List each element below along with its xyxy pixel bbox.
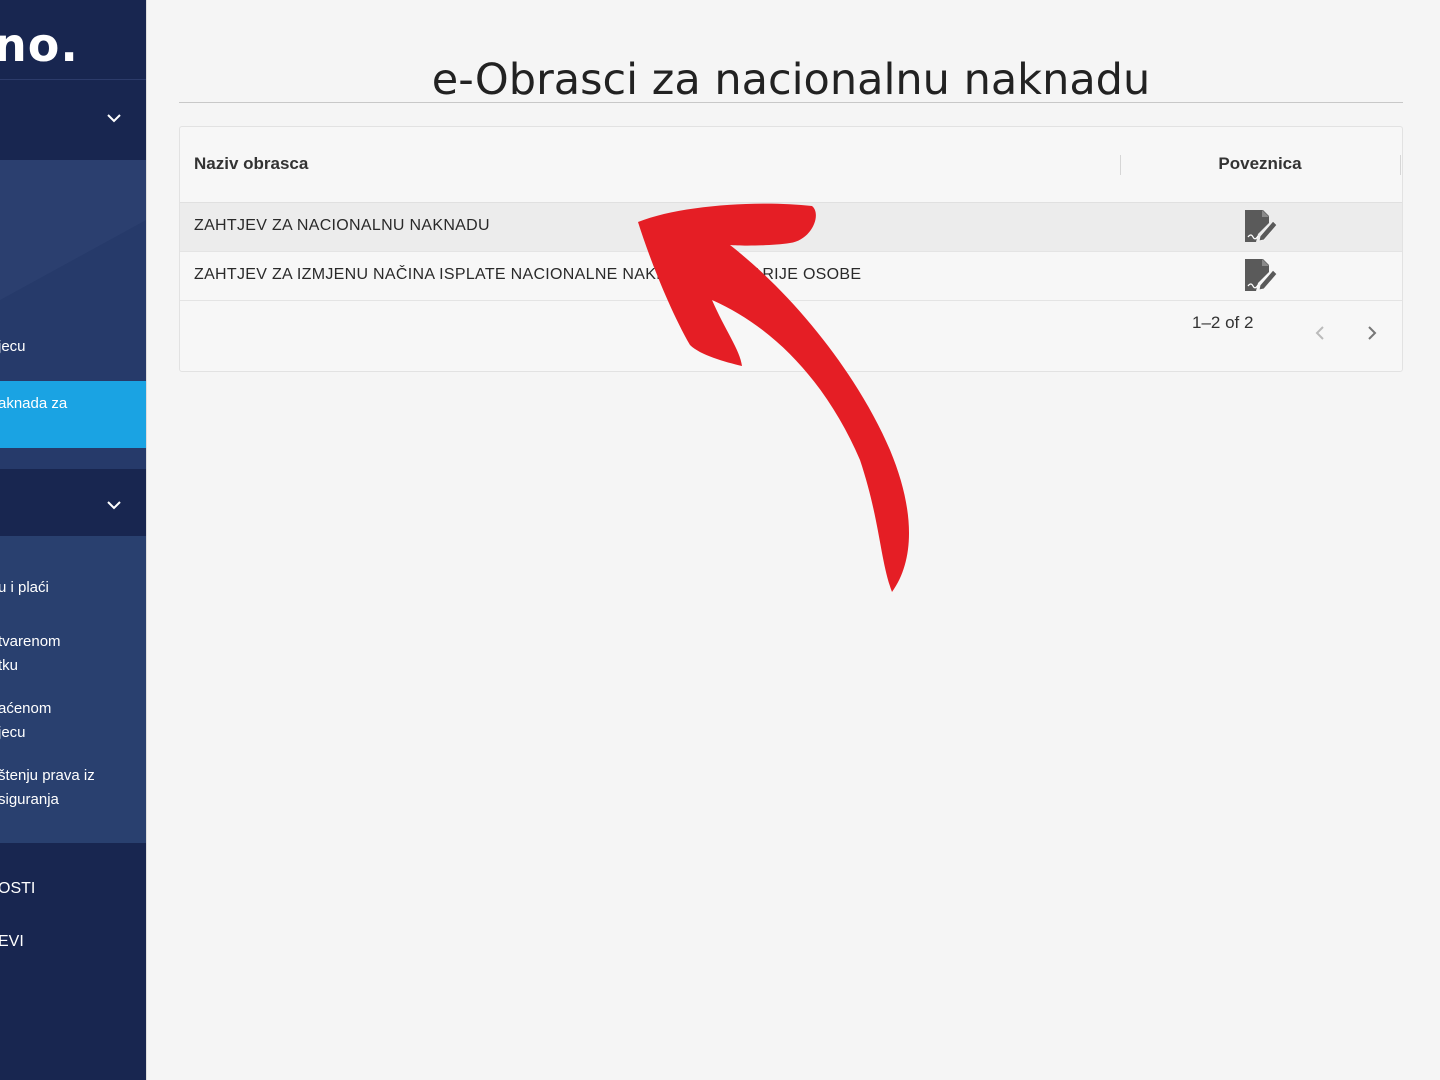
sidebar-item-4b[interactable]: jecu <box>0 721 26 745</box>
table-header: Naziv obrasca Poveznica <box>180 127 1402 203</box>
table-row[interactable]: ZAHTJEV ZA NACIONALNU NAKNADU <box>180 203 1402 252</box>
sidebar-submenu-2: u i plaći tvarenom tku aćenom jecu štenj… <box>0 536 146 843</box>
column-separator <box>1400 155 1401 175</box>
sidebar-bottom-link-2[interactable]: EVI <box>0 933 24 951</box>
column-header-name[interactable]: Naziv obrasca <box>194 154 308 174</box>
sidebar-item-5b[interactable]: siguranja <box>0 788 59 812</box>
sidebar-section-toggle-2[interactable] <box>0 469 146 536</box>
sidebar-item-4a[interactable]: aćenom <box>0 697 51 721</box>
title-divider <box>179 102 1403 103</box>
sidebar-item-2[interactable]: u i plaći <box>0 576 49 600</box>
chevron-down-icon <box>107 501 121 510</box>
sidebar-bottom-link-1[interactable]: OSTI <box>0 880 35 898</box>
main-content: e-Obrasci za nacionalnu naknadu Naziv ob… <box>146 0 1440 1080</box>
form-name: ZAHTJEV ZA NACIONALNU NAKNADU <box>194 217 490 234</box>
sidebar-item-1[interactable]: jecu <box>0 335 26 359</box>
column-header-link[interactable]: Poveznica <box>1120 154 1400 174</box>
form-name: ZAHTJEV ZA IZMJENU NAČINA ISPLATE NACION… <box>194 266 862 283</box>
page-title: e-Obrasci za nacionalnu naknadu <box>431 54 1151 105</box>
chevron-right-icon[interactable] <box>1360 321 1384 345</box>
pagination-label: 1–2 of 2 <box>1192 313 1254 332</box>
sidebar: no. jecu aknada za u i plaći tvarenom tk… <box>0 0 146 1080</box>
edit-document-icon[interactable] <box>1242 209 1278 243</box>
chevron-down-icon <box>107 114 121 123</box>
chevron-left-icon[interactable] <box>1308 321 1332 345</box>
logo: no. <box>0 18 79 72</box>
table-row[interactable]: ZAHTJEV ZA IZMJENU NAČINA ISPLATE NACION… <box>180 252 1402 301</box>
sidebar-item-5a[interactable]: štenju prava iz <box>0 764 95 788</box>
sidebar-item-active-label: aknada za <box>0 395 68 412</box>
sidebar-item-3b[interactable]: tku <box>0 654 18 678</box>
sidebar-item-3a[interactable]: tvarenom <box>0 630 61 654</box>
sidebar-section-toggle-1[interactable] <box>0 80 146 159</box>
forms-table: Naziv obrasca Poveznica ZAHTJEV ZA NACIO… <box>179 126 1403 372</box>
edit-document-icon[interactable] <box>1242 258 1278 292</box>
sidebar-item-active[interactable]: aknada za <box>0 381 146 448</box>
